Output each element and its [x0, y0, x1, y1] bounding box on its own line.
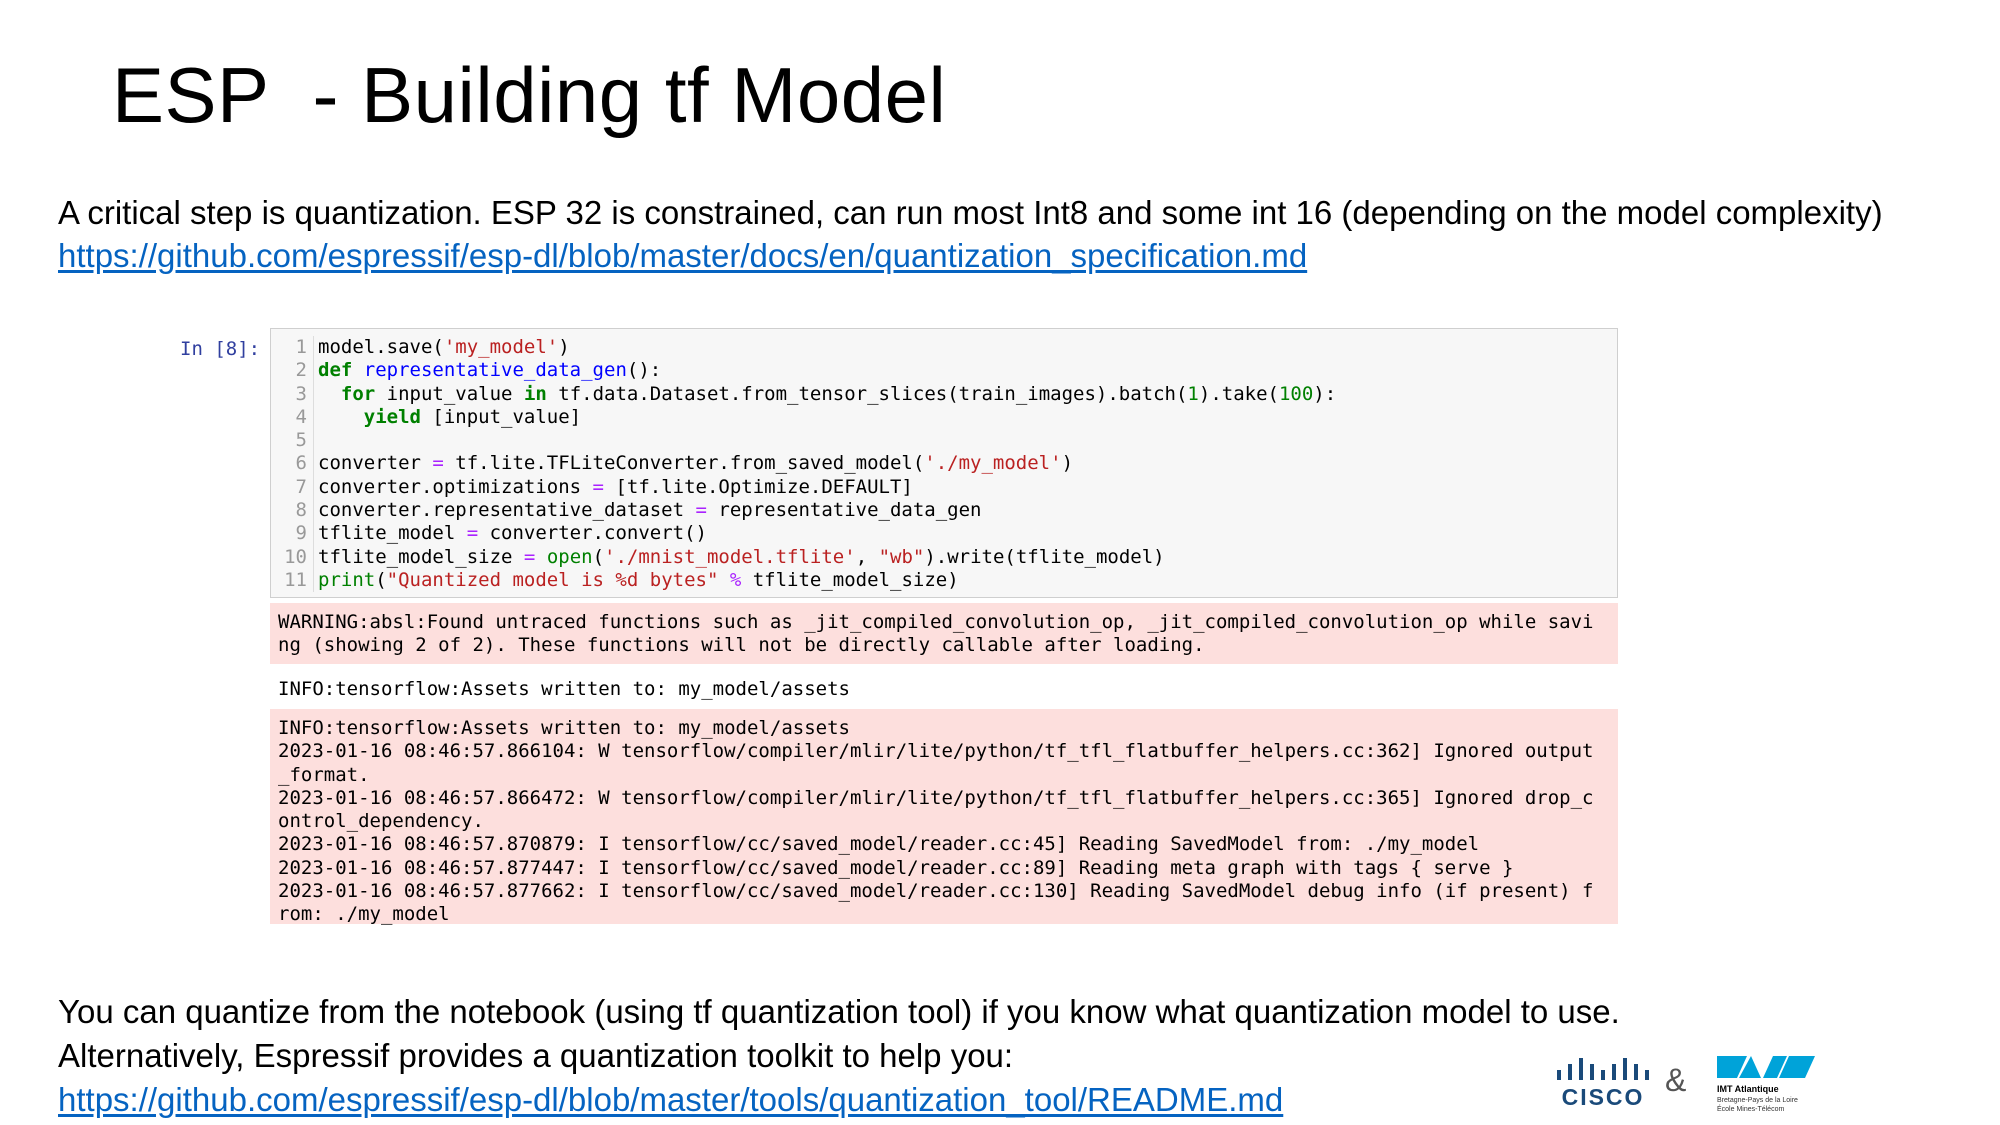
line-number: 2 [271, 359, 314, 383]
code-line: 6 converter = tf.lite.TFLiteConverter.fr… [271, 452, 1617, 476]
line-number: 1 [271, 336, 314, 360]
svg-text:IMT Atlantique: IMT Atlantique [1717, 1084, 1779, 1094]
code-line: 4 yield [input_value] [271, 405, 1617, 430]
line-number: 8 [271, 499, 314, 523]
code-line: 3 for input_value in tf.data.Dataset.fro… [271, 382, 1617, 406]
cisco-logo: CISCO [1557, 1058, 1649, 1110]
ampersand: & [1665, 1062, 1687, 1098]
line-number: 5 [271, 429, 314, 453]
intro-block: A critical step is quantization. ESP 32 … [58, 191, 1988, 277]
intro-text: A critical step is quantization. ESP 32 … [58, 194, 1883, 231]
output-log: INFO:tensorflow:Assets written to: my_mo… [270, 709, 1618, 925]
code-line: 11 print("Quantized model is %d bytes" %… [271, 568, 1617, 593]
line-number: 9 [271, 522, 314, 546]
code-line: 10 tflite_model_size = open('./mnist_mod… [271, 545, 1617, 569]
code-editor[interactable]: 1 model.save('my_model') 2 def represent… [270, 328, 1618, 598]
line-number: 3 [271, 382, 314, 406]
quantization-spec-link[interactable]: https://github.com/espressif/esp-dl/blob… [58, 237, 1307, 274]
imt-atlantique-logo: IMT Atlantique Bretagne-Pays de la Loire… [1717, 1056, 1815, 1113]
code-line: 8 converter.representative_dataset = rep… [271, 499, 1617, 523]
code-line: 2 def representative_data_gen (): [271, 359, 1617, 383]
output-info: INFO:tensorflow:Assets written to: my_mo… [270, 670, 1618, 706]
line-number: 11 [271, 568, 314, 593]
quantization-tool-link[interactable]: https://github.com/espressif/esp-dl/blob… [58, 1081, 1283, 1118]
code-line: 1 model.save('my_model') [271, 336, 1617, 360]
line-number: 7 [271, 475, 314, 500]
svg-text:CISCO: CISCO [1562, 1084, 1645, 1110]
code-line: 7 converter.optimizations = [tf.lite.Opt… [271, 475, 1617, 500]
svg-text:Bretagne-Pays de la Loire: Bretagne-Pays de la Loire [1717, 1097, 1798, 1104]
outro-line-2: Alternatively, Espressif provides a quan… [58, 1037, 1014, 1074]
footer-logos: CISCO & IMT Atlantique Bretagne-Pays de … [1555, 1050, 1885, 1120]
code-line: 9 tflite_model = converter.convert() [271, 522, 1617, 546]
output-warning: WARNING:absl:Found untraced functions su… [270, 603, 1618, 664]
outro-line-1: You can quantize from the notebook (usin… [58, 993, 1620, 1030]
slide-title: ESP - Building tf Model [112, 51, 947, 139]
code-line: 5 [271, 429, 1617, 453]
line-number: 10 [271, 545, 314, 569]
svg-text:École Mines-Télécom: École Mines-Télécom [1717, 1104, 1784, 1113]
line-number: 4 [271, 405, 314, 430]
cell-prompt: In [8]: [180, 338, 261, 360]
outro-block: You can quantize from the notebook (usin… [58, 990, 1620, 1122]
line-number: 6 [271, 452, 314, 476]
